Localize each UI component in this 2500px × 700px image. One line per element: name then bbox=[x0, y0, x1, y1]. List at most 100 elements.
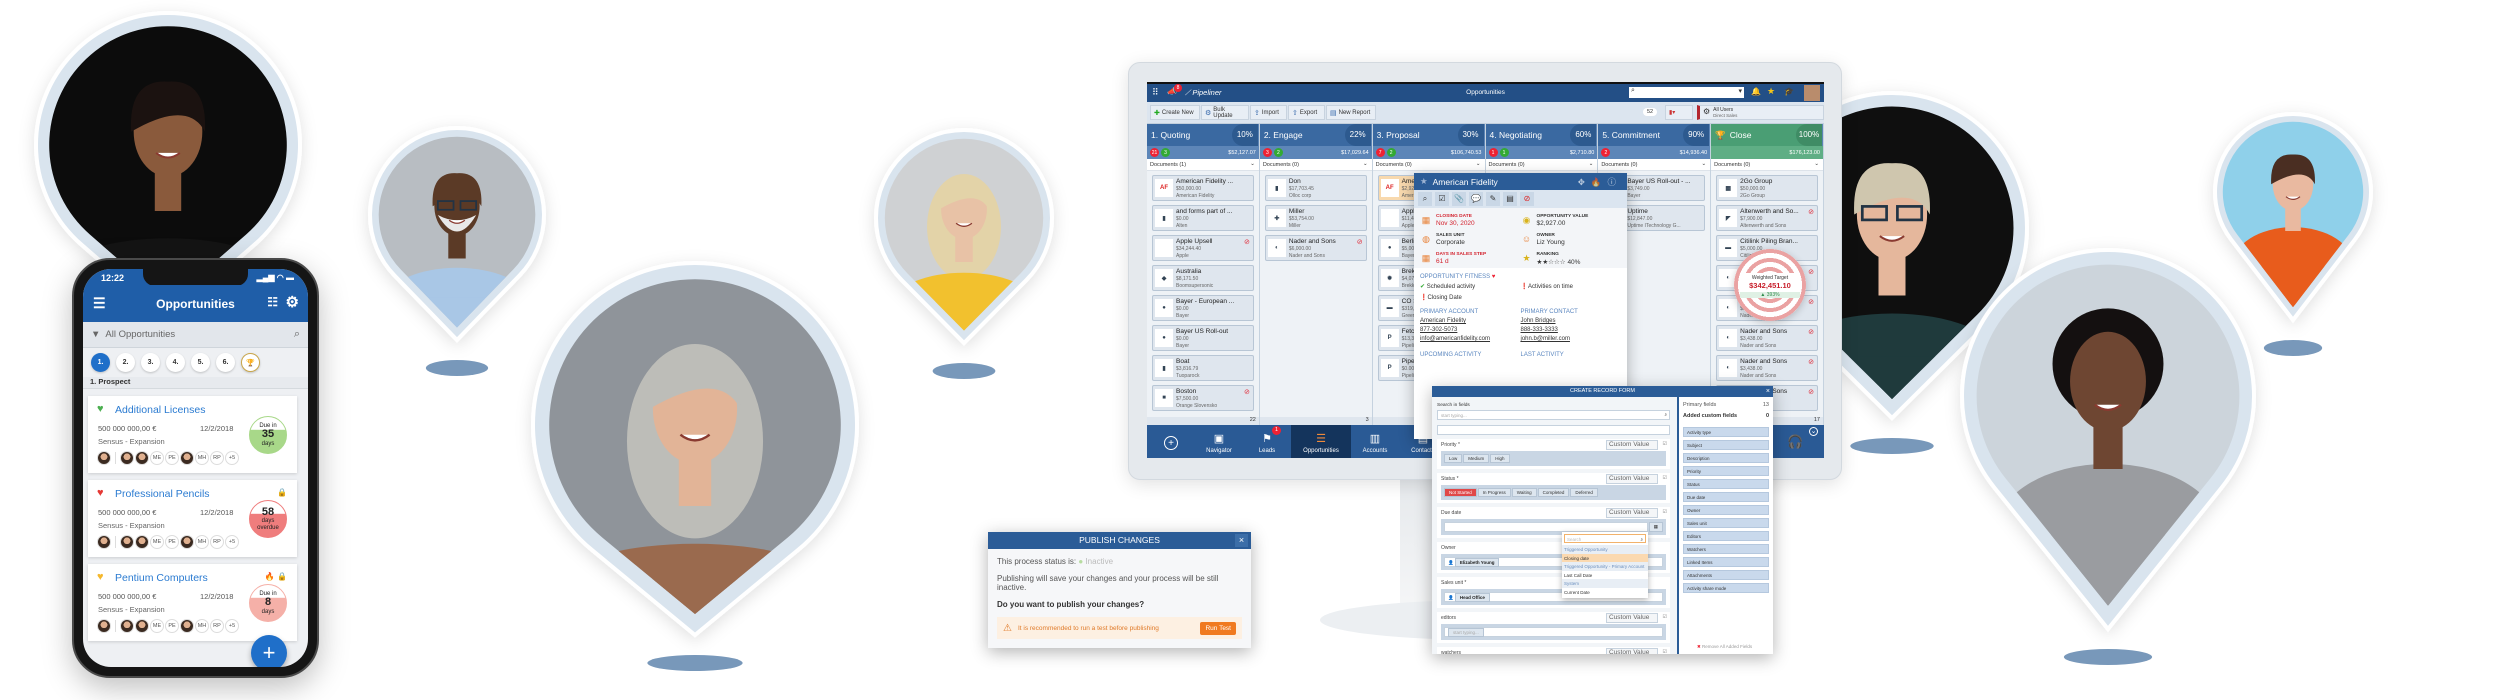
nav-accounts[interactable]: ▥ Accounts bbox=[1351, 425, 1399, 458]
chevron-down-circle-icon[interactable]: ⌄ bbox=[1809, 427, 1818, 436]
opportunity-card[interactable]: Apple Upsell $34,244.40 Apple ⊘ bbox=[1152, 235, 1254, 261]
opportunity-title[interactable]: Additional Licenses bbox=[115, 404, 205, 416]
document-icon[interactable]: ▤ bbox=[1503, 192, 1517, 206]
opportunity-card[interactable]: ■ Boston $7,500.00 Orange Slovensko ⊘ bbox=[1152, 385, 1254, 411]
checkbox[interactable]: ☑ bbox=[1663, 509, 1667, 515]
stage-3-button[interactable]: 3. bbox=[141, 353, 160, 372]
calendar-icon[interactable]: ▦ bbox=[1648, 522, 1663, 532]
opportunity-card[interactable]: AF American Fidelity ... $50,000.00 America… bbox=[1152, 175, 1254, 201]
stage-header[interactable]: 4. Negotiating 60% bbox=[1485, 124, 1598, 146]
field-list-item[interactable]: Sales unit bbox=[1683, 518, 1769, 528]
field-list-item[interactable]: Priority bbox=[1683, 466, 1769, 476]
status-option-not-started[interactable]: Not Started bbox=[1444, 488, 1477, 497]
bell-icon[interactable]: 🔔 bbox=[1751, 87, 1761, 96]
primary-contact-phone[interactable]: 888-333-3333 bbox=[1521, 326, 1622, 335]
custom-value-select[interactable]: Custom Value bbox=[1606, 648, 1658, 654]
nav-leads[interactable]: ⚑ Leads 1 bbox=[1243, 425, 1291, 458]
remove-all-fields-button[interactable]: ✖ Remove All Added Fields bbox=[1697, 644, 1752, 650]
filter-dropdown-button[interactable]: ▮▾ bbox=[1665, 105, 1693, 120]
custom-value-select[interactable]: Custom Value bbox=[1606, 440, 1658, 450]
due-date-input[interactable] bbox=[1444, 522, 1648, 532]
editors-input[interactable]: start typing... bbox=[1444, 627, 1663, 637]
checkbox[interactable]: ☑ bbox=[1663, 475, 1667, 481]
priority-option-medium[interactable]: Medium bbox=[1463, 454, 1490, 463]
field-list-item[interactable]: Description bbox=[1683, 453, 1769, 463]
run-test-button[interactable]: Run Test bbox=[1200, 621, 1236, 635]
search-icon[interactable]: ⌕ bbox=[294, 328, 300, 341]
field-list-item[interactable]: Activity share mode bbox=[1683, 583, 1769, 593]
stage-1-button[interactable]: 1. bbox=[91, 353, 110, 372]
field-list-item[interactable]: Subject bbox=[1683, 440, 1769, 450]
opportunity-title[interactable]: Professional Pencils bbox=[115, 488, 210, 500]
field-list-item[interactable]: Owner bbox=[1683, 505, 1769, 515]
stage-5-button[interactable]: 5. bbox=[191, 353, 210, 372]
opportunity-card[interactable]: ◐Nader and Sons$3,438.00Nader and Sons ⊘ bbox=[1716, 355, 1818, 381]
status-option-deferred[interactable]: Deferred bbox=[1570, 488, 1598, 497]
close-icon[interactable]: × bbox=[1766, 386, 1770, 397]
attachment-icon[interactable]: 📎 bbox=[1452, 192, 1466, 206]
user-filter-dropdown[interactable]: ⚙ All Users Direct Sales bbox=[1697, 105, 1824, 120]
star-icon[interactable]: ★ bbox=[1420, 176, 1428, 187]
opportunity-card[interactable]: ◐ Nader and Sons $6,000.00 Nader and Sons ⊘ bbox=[1264, 235, 1367, 261]
toolbar-new-report-button[interactable]: ▤ New Report bbox=[1326, 105, 1376, 120]
primary-contact-email[interactable]: john.b@miller.com bbox=[1521, 335, 1622, 344]
opportunity-card[interactable]: ✚ Miller $53,754.00 Miller bbox=[1264, 205, 1367, 231]
documents-dropdown[interactable]: Documents (0) ⌄ bbox=[1372, 159, 1485, 171]
checkbox[interactable]: ☑ bbox=[1663, 441, 1667, 447]
status-option-completed[interactable]: Completed bbox=[1537, 488, 1570, 497]
stage-header[interactable]: 1. Quoting 10% bbox=[1147, 124, 1259, 146]
opportunity-card[interactable]: ● Bayer US Roll-out $0.00 Bayer bbox=[1152, 325, 1254, 351]
opportunity-card[interactable]: ▮ Boat $3,816.79 Tuoparock bbox=[1152, 355, 1254, 381]
chat-icon[interactable]: 💬 bbox=[1469, 192, 1483, 206]
documents-dropdown[interactable]: Documents (1) ⌄ bbox=[1147, 159, 1259, 171]
field-list-item[interactable]: Watchers bbox=[1683, 544, 1769, 554]
opportunity-card[interactable]: ♥ Professional Pencils 🔒 500 000 000,00 € 12… bbox=[88, 480, 297, 557]
opportunity-card[interactable]: ▮ Don $17,703.45 Olloc corp bbox=[1264, 175, 1367, 201]
toolbar-bulk-update-button[interactable]: ⚙ Bulk Update bbox=[1201, 105, 1249, 120]
graduation-cap-icon[interactable]: 🎓 bbox=[1784, 87, 1794, 96]
opportunity-card[interactable]: ♥ Pentium Computers 🔥 🔒 500 000 000,00 € 12/… bbox=[88, 564, 297, 641]
list-view-icon[interactable]: ☷ bbox=[267, 295, 278, 309]
stage-header[interactable]: 🏆 Close 100% bbox=[1711, 124, 1823, 146]
close-icon[interactable]: × bbox=[1235, 534, 1248, 547]
search-fields-input[interactable]: start typing... ⌕ bbox=[1437, 410, 1670, 420]
toolbar-import-button[interactable]: ⇪ Import bbox=[1250, 105, 1287, 120]
opportunity-card[interactable]: ◆ Australia $8,171.50 Boomsupersonic bbox=[1152, 265, 1254, 291]
field-list-item[interactable]: Status bbox=[1683, 479, 1769, 489]
checkbox[interactable]: ☑ bbox=[1663, 649, 1667, 654]
primary-account-phone[interactable]: 877-302-5073 bbox=[1420, 326, 1521, 335]
task-icon[interactable]: ☑ bbox=[1435, 192, 1449, 206]
primary-account-link[interactable]: American Fidelity bbox=[1420, 317, 1521, 326]
opportunity-card[interactable]: ● Bayer - European ... $0.00 Bayer bbox=[1152, 295, 1254, 321]
hamburger-menu-icon[interactable]: ☰ bbox=[93, 295, 106, 312]
checkbox[interactable]: ☑ bbox=[1663, 614, 1667, 620]
field-list-item[interactable]: Linked Items bbox=[1683, 557, 1769, 567]
lost-icon[interactable]: ⊘ bbox=[1520, 192, 1534, 206]
opportunity-title[interactable]: Pentium Computers bbox=[115, 572, 208, 584]
dropdown-search[interactable]: Search ⌕ bbox=[1564, 534, 1646, 543]
stage-header[interactable]: 2. Engage 22% bbox=[1259, 124, 1372, 146]
global-search-input[interactable]: ⌕ ▾ bbox=[1629, 87, 1744, 98]
stage-header[interactable]: 5. Commitment 90% bbox=[1598, 124, 1711, 146]
add-fab-button[interactable]: + bbox=[251, 635, 287, 667]
opportunity-card[interactable]: ◐Nader and Sons$3,438.00Nader and Sons ⊘ bbox=[1716, 325, 1818, 351]
dropdown-option[interactable]: Last Call Date bbox=[1562, 571, 1648, 580]
dropdown-option[interactable]: Closing date bbox=[1562, 553, 1648, 563]
won-stage-trophy-icon[interactable]: 🏆 bbox=[241, 353, 260, 372]
documents-dropdown[interactable]: Documents (0) ⌄ bbox=[1259, 159, 1372, 171]
nav-opportunities[interactable]: ☰ Opportunities bbox=[1291, 425, 1351, 458]
toolbar-export-button[interactable]: ⇧ Export bbox=[1288, 105, 1325, 120]
primary-contact-link[interactable]: John Bridges bbox=[1521, 317, 1622, 326]
filter-bar[interactable]: ▼ All Opportunities ⌕ bbox=[83, 322, 308, 348]
nav-navigator[interactable]: ▣ Navigator bbox=[1195, 425, 1243, 458]
search-icon[interactable]: ⌕ bbox=[1418, 192, 1432, 206]
priority-option-low[interactable]: Low bbox=[1444, 454, 1463, 463]
opportunity-card[interactable]: ▦ 2Go Group $50,000.00 2Go Group bbox=[1716, 175, 1818, 201]
user-avatar[interactable] bbox=[1804, 85, 1820, 101]
field-list-item[interactable]: Attachments bbox=[1683, 570, 1769, 580]
opportunity-card[interactable]: ▮ and forms part of ... $0.00 Alten bbox=[1152, 205, 1254, 231]
headset-support-icon[interactable]: 🎧 bbox=[1787, 434, 1803, 450]
primary-account-email[interactable]: info@americanfidelity.com bbox=[1420, 335, 1521, 344]
add-button[interactable]: + bbox=[1147, 425, 1195, 458]
gear-icon[interactable]: ⚙ bbox=[286, 293, 299, 311]
